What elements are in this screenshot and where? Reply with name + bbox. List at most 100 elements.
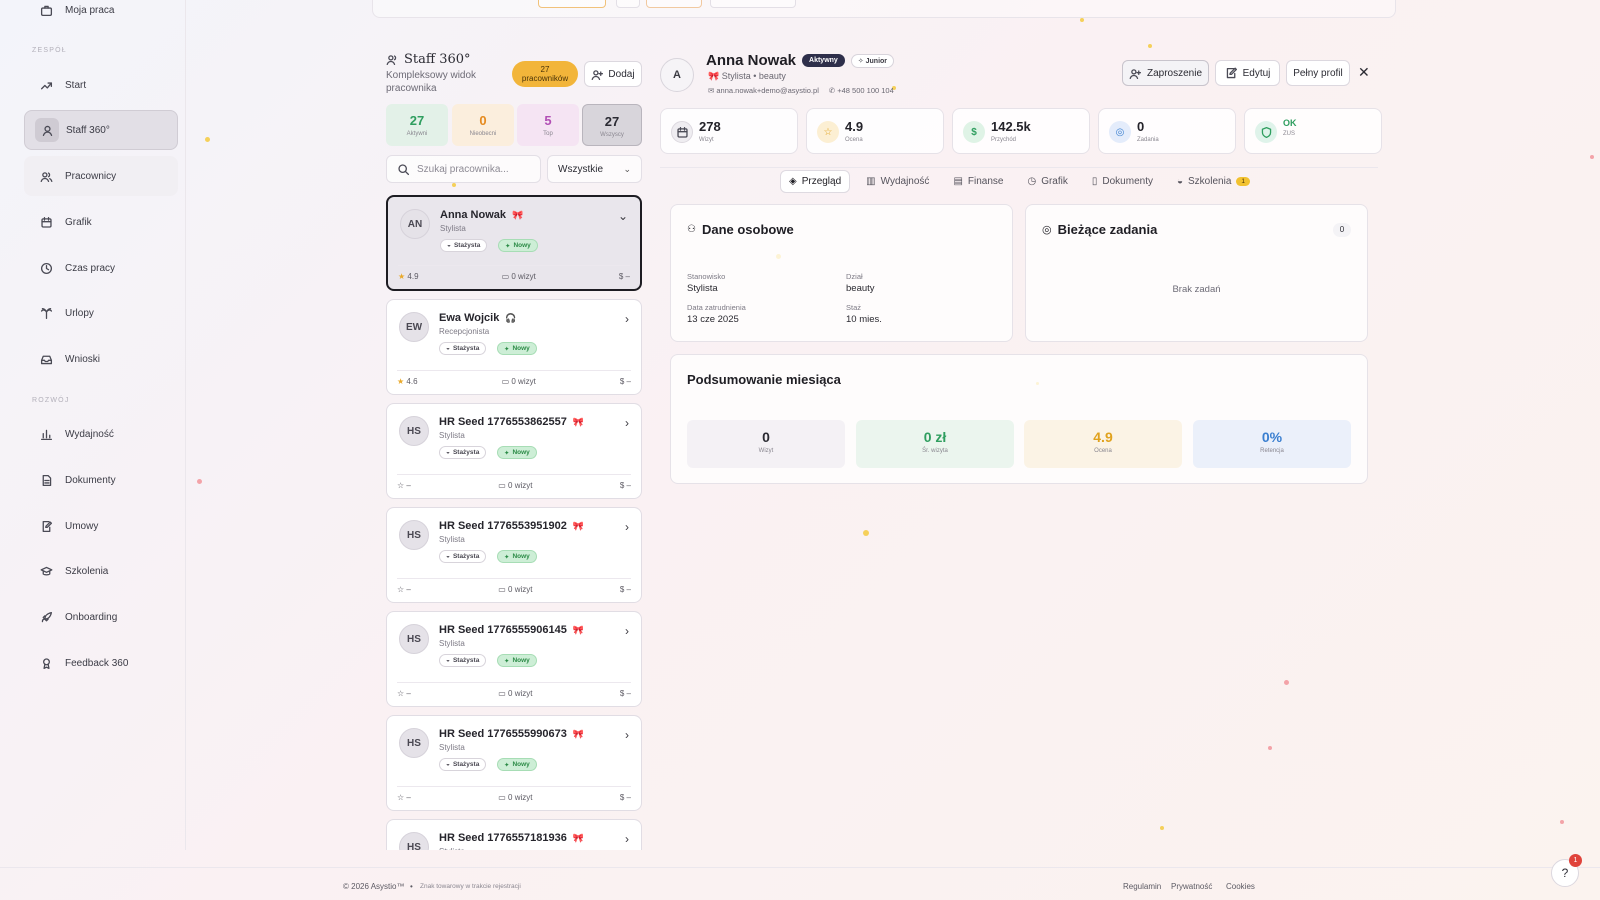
tag-new: ✦ Nowy xyxy=(497,446,537,459)
visits-value: 0 wizyt xyxy=(511,377,536,386)
employee-card[interactable]: HS HR Seed 1776557181936 🎀 Stylista › xyxy=(386,819,642,850)
help-button[interactable]: ? 1 xyxy=(1551,854,1582,887)
full-profile-button[interactable]: Pełny profil xyxy=(1286,60,1350,86)
sidebar-item-staff-360[interactable]: Staff 360° xyxy=(24,110,178,150)
toolbar-button[interactable] xyxy=(646,0,702,8)
sidebar-item-onboarding[interactable]: Onboarding xyxy=(24,597,178,637)
tab-overview[interactable]: ◈ Przegląd xyxy=(779,170,851,193)
tab-documents[interactable]: ▯ Dokumenty xyxy=(1084,171,1161,192)
sidebar-item-start[interactable]: Start xyxy=(24,65,178,105)
chevron-right-icon[interactable]: › xyxy=(625,312,629,326)
avatar: HS xyxy=(399,832,429,850)
section-label-growth: ROZWÓJ xyxy=(32,397,70,404)
sidebar-item-work-time[interactable]: Czas pracy xyxy=(24,248,178,288)
star-outline-icon: ☆ xyxy=(397,585,405,594)
sidebar-item-leave[interactable]: Urlopy xyxy=(24,293,178,333)
help-icon: ? xyxy=(1561,866,1569,880)
tab-training[interactable]: ◒ Szkolenia 1 xyxy=(1169,171,1258,192)
kpi-label: Wizyt xyxy=(699,137,714,143)
sidebar-item-training[interactable]: Szkolenia xyxy=(24,551,178,591)
employee-count-badge: 27 pracowników xyxy=(512,61,578,87)
ribbon-icon: 🎀 xyxy=(512,209,524,220)
employee-card[interactable]: HS HR Seed 1776553862557 🎀 Stylista ◒ Staż… xyxy=(386,403,642,499)
sparkle-icon: ✦ xyxy=(504,553,510,561)
separator-dot: • xyxy=(410,882,413,891)
sparkle-icon: ✧ xyxy=(857,57,864,65)
sidebar-item-contracts[interactable]: Umowy xyxy=(24,506,178,546)
sidebar-item-documents[interactable]: Dokumenty xyxy=(24,460,178,500)
toolbar-button[interactable] xyxy=(710,0,796,8)
employee-name-text: HR Seed 1776555990673 xyxy=(439,728,567,740)
ribbon-icon: 🎀 xyxy=(572,728,585,739)
tag-label: Nowy xyxy=(512,553,530,560)
rating: ★ 4.9 xyxy=(398,272,419,281)
filter-select-value: Wszystkie xyxy=(558,163,603,175)
sidebar-item-performance[interactable]: Wydajność xyxy=(24,414,178,454)
tab-schedule[interactable]: ◷ Grafik xyxy=(1019,171,1075,192)
toolbar-button[interactable] xyxy=(616,0,640,8)
ribbon-icon: 🎀 xyxy=(708,71,720,81)
chevron-right-icon[interactable]: › xyxy=(625,520,629,534)
employee-card[interactable]: AN Anna Nowak 🎀 Stylista ◒ Stażysta ✦ Nowy … xyxy=(386,195,642,291)
stat-tile-all[interactable]: 27 Wszyscy xyxy=(582,104,642,146)
employee-card[interactable]: EW Ewa Wojcik 🎧 Recepcjonista ◒ Stażysta ✦… xyxy=(386,299,642,395)
employee-card[interactable]: HS HR Seed 1776553951902 🎀 Stylista ◒ Staż… xyxy=(386,507,642,603)
stat-label: Wszyscy xyxy=(600,132,624,138)
chevron-right-icon[interactable]: › xyxy=(625,416,629,430)
tag-new: ✦ Nowy xyxy=(497,654,537,667)
graduation-icon: ◒ xyxy=(446,449,450,456)
email[interactable]: ✉ anna.nowak+demo@asystio.pl xyxy=(708,86,819,95)
stat-tile-absent[interactable]: 0 Nieobecni xyxy=(452,104,514,146)
tab-performance[interactable]: ▥ Wydajność xyxy=(858,171,937,192)
cookies-link[interactable]: Cookies xyxy=(1226,882,1255,891)
search-input[interactable] xyxy=(417,163,537,175)
employee-name-text: Ewa Wojcik xyxy=(439,312,500,324)
visits-value: 0 wizyt xyxy=(511,272,536,281)
notification-badge: 1 xyxy=(1569,854,1582,867)
revenue: $ – xyxy=(619,585,631,594)
sidebar-item-requests[interactable]: Wnioski xyxy=(24,339,178,379)
terms-link[interactable]: Regulamin xyxy=(1123,882,1161,891)
sidebar-item-my-work[interactable]: Moja praca xyxy=(24,0,178,30)
stat-tile-active[interactable]: 27 Aktywni xyxy=(386,104,448,146)
calendar-icon xyxy=(34,210,58,234)
employee-name-text: Anna Nowak xyxy=(440,209,507,221)
visits: ▭ 0 wizyt xyxy=(498,689,532,698)
employee-card[interactable]: HS HR Seed 1776555990673 🎀 Stylista ◒ Staż… xyxy=(386,715,642,811)
filter-select[interactable]: Wszystkie ⌄ xyxy=(547,155,642,183)
edit-button[interactable]: Edytuj xyxy=(1215,60,1280,86)
sidebar-item-employees[interactable]: Pracownicy xyxy=(24,156,178,196)
tab-finance[interactable]: ▤ Finanse xyxy=(945,171,1011,192)
field-value: 10 mies. xyxy=(846,314,882,325)
summary-label: Wizyt xyxy=(758,448,774,454)
sidebar-item-label: Szkolenia xyxy=(65,565,109,577)
shield-icon xyxy=(1255,121,1277,143)
kpi-label: Ocena xyxy=(845,137,863,143)
sidebar-item-label: Moja praca xyxy=(65,4,115,16)
tab-label: Grafik xyxy=(1041,176,1068,187)
calendar-icon: ▭ xyxy=(498,585,506,594)
tag-intern: ◒ Stażysta xyxy=(439,550,487,563)
user-circle-icon xyxy=(35,118,59,142)
palm-icon xyxy=(34,301,58,325)
sidebar-item-feedback-360[interactable]: Feedback 360 xyxy=(24,643,178,683)
chevron-right-icon[interactable]: › xyxy=(625,728,629,742)
employee-card[interactable]: HS HR Seed 1776555906145 🎀 Stylista ◒ Staż… xyxy=(386,611,642,707)
sidebar-item-schedule[interactable]: Grafik xyxy=(24,202,178,242)
invite-button[interactable]: Zaproszenie xyxy=(1122,60,1209,86)
visits: ▭ 0 wizyt xyxy=(502,272,536,281)
stat-value: 27 xyxy=(409,113,425,128)
phone[interactable]: ✆ +48 500 100 104 xyxy=(829,86,894,95)
employee-name: Ewa Wojcik 🎧 xyxy=(439,312,517,324)
chevron-right-icon[interactable]: › xyxy=(625,624,629,638)
chevron-right-icon[interactable]: › xyxy=(625,832,629,846)
employee-detail-name-text: Anna Nowak xyxy=(706,52,797,69)
chevron-down-icon[interactable]: ⌄ xyxy=(618,209,628,223)
detail-tabs: ◈ Przegląd ▥ Wydajność ▤ Finanse ◷ Grafik ▯ D… xyxy=(660,167,1378,195)
stat-tile-top[interactable]: 5 Top xyxy=(517,104,579,146)
close-icon[interactable]: ✕ xyxy=(1358,64,1370,81)
add-employee-button[interactable]: Dodaj xyxy=(584,61,642,87)
privacy-link[interactable]: Prywatność xyxy=(1171,882,1212,891)
tab-label: Wydajność xyxy=(880,176,930,187)
toolbar-button[interactable] xyxy=(538,0,606,8)
